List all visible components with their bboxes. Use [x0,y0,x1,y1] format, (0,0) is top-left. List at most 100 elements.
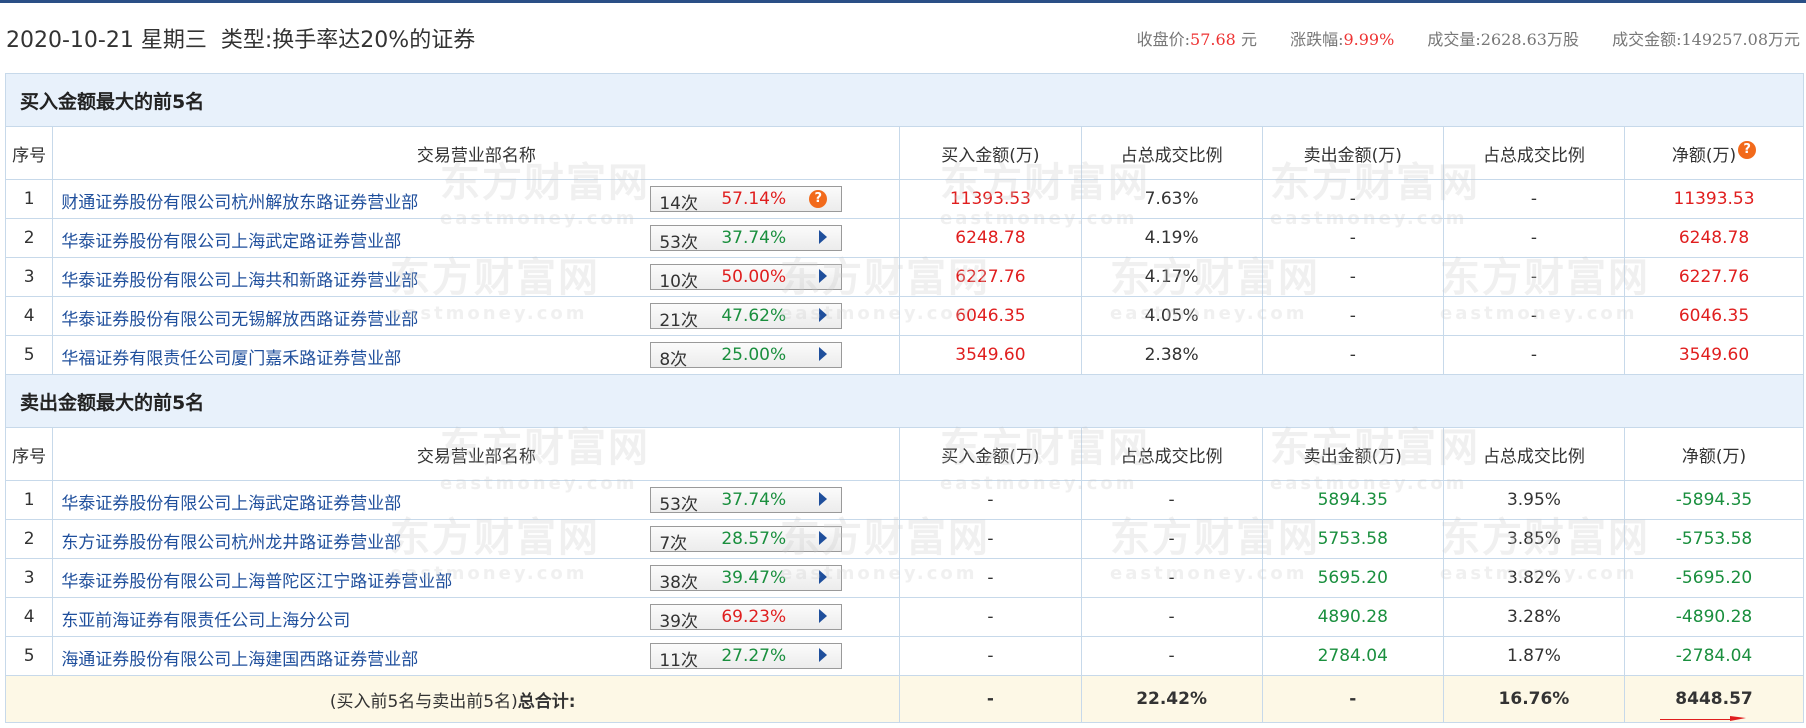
net-amount: -4890.28 [1624,597,1804,637]
sell-amount: - [1261,179,1444,219]
red-arrow-icon [1660,716,1746,721]
win-rate: 50.00% [721,267,787,287]
history-badge[interactable]: 11次 27.27% [650,643,843,671]
broker-link[interactable]: 财通证券股份有限公司杭州解放东路证券营业部 [61,188,418,213]
times-count: 14次 [659,194,698,214]
sell-section-title: 卖出金额最大的前5名 [5,374,1804,428]
turnover-value: 149257.08万元 [1681,30,1800,49]
volume-value: 2628.63万股 [1480,30,1579,49]
win-rate: 37.74% [721,490,787,510]
history-badge[interactable]: 8次 25.00% [650,342,843,370]
change-value: 9.99% [1343,30,1395,49]
col-buy-amount: 买入金额(万) [899,126,1082,180]
expand-arrow-icon[interactable] [819,531,828,545]
expand-arrow-icon[interactable] [819,648,828,662]
buy-pct: - [1080,597,1263,637]
history-badge[interactable]: 14次 57.14%? [650,186,843,214]
sell-amount: 4890.28 [1261,597,1444,637]
win-rate: 37.74% [721,228,787,248]
broker-link[interactable]: 华福证券有限责任公司厦门嘉禾路证券营业部 [61,344,401,369]
buy-section-title: 买入金额最大的前5名 [5,73,1804,127]
buy-amount: 3549.60 [899,335,1082,375]
expand-arrow-icon[interactable] [819,269,828,283]
volume-label: 成交量: [1427,30,1481,49]
total-sell: - [1261,675,1444,723]
total-row: (买入前5名与卖出前5名)总合计: - 22.42% - 16.76% 8448… [4,675,1804,723]
col-net: 净额(万) [1624,427,1804,481]
net-amount: -2784.04 [1624,636,1804,676]
expand-arrow-icon[interactable] [819,230,828,244]
dragon-tiger-table: 买入金额最大的前5名 序号 交易营业部名称 买入金额(万) 占总成交比例 卖出金… [4,73,1804,723]
buy-amount: 11393.53 [899,179,1082,219]
times-count: 10次 [659,272,698,292]
total-buy: - [899,675,1082,723]
sell-row: 3 华泰证券股份有限公司上海普陀区江宁路证券营业部 38次 39.47% - -5695.… [4,558,1804,598]
broker-link[interactable]: 华泰证券股份有限公司上海普陀区江宁路证券营业部 [61,567,452,592]
row-no: 2 [4,218,54,258]
buy-row: 2 华泰证券股份有限公司上海武定路证券营业部 53次 37.74% 6248.78 4.1… [4,218,1804,258]
broker-cell: 华泰证券股份有限公司上海共和新路证券营业部 10次 50.00% [52,257,901,297]
type-value: 换手率达20%的证券 [272,28,476,53]
broker-link[interactable]: 华泰证券股份有限公司上海武定路证券营业部 [61,489,401,514]
page-header: 2020-10-21 星期三 类型:换手率达20%的证券 收盘价:57.68 元… [0,6,1806,66]
total-sell-pct: 16.76% [1442,675,1626,723]
net-amount: 6046.35 [1624,296,1804,336]
times-count: 21次 [659,311,698,331]
sell-amount: 5894.35 [1261,480,1444,520]
broker-cell: 华泰证券股份有限公司上海武定路证券营业部 53次 37.74% [52,218,901,258]
broker-cell: 华泰证券股份有限公司上海普陀区江宁路证券营业部 38次 39.47% [52,558,901,598]
row-no: 2 [4,519,54,559]
expand-arrow-icon[interactable] [819,347,828,361]
history-badge[interactable]: 53次 37.74% [650,225,843,253]
expand-arrow-icon[interactable] [819,570,828,584]
history-badge[interactable]: 38次 39.47% [650,565,843,593]
question-icon[interactable]: ? [809,190,828,208]
sell-pct: 3.28% [1442,597,1626,637]
type-label: 类型: [220,28,273,53]
history-badge[interactable]: 7次 28.57% [650,526,843,554]
buy-pct: 2.38% [1080,335,1263,375]
expand-arrow-icon[interactable] [819,492,828,506]
broker-link[interactable]: 东亚前海证券有限责任公司上海分公司 [61,606,350,631]
net-amount: 3549.60 [1624,335,1804,375]
buy-header-row: 序号 交易营业部名称 买入金额(万) 占总成交比例 卖出金额(万) 占总成交比例… [4,126,1804,180]
help-icon[interactable]: ? [1738,140,1757,159]
buy-amount: - [899,597,1082,637]
history-badge[interactable]: 21次 47.62% [650,303,843,331]
total-label-prefix: (买入前5名与卖出前5名) [329,691,518,712]
broker-link[interactable]: 东方证券股份有限公司杭州龙井路证券营业部 [61,528,401,553]
total-label: (买入前5名与卖出前5名)总合计: [4,675,901,723]
col-sell-pct: 占总成交比例 [1442,126,1626,180]
row-no: 3 [4,558,54,598]
buy-pct: - [1080,519,1263,559]
history-badge[interactable]: 39次 69.23% [650,604,843,632]
expand-arrow-icon[interactable] [819,308,828,322]
sell-amount: - [1261,335,1444,375]
broker-cell: 华福证券有限责任公司厦门嘉禾路证券营业部 8次 25.00% [52,335,901,375]
win-rate: 47.62% [721,306,787,326]
buy-amount: 6046.35 [899,296,1082,336]
page-title: 2020-10-21 星期三 类型:换手率达20%的证券 [6,22,475,54]
row-no: 1 [4,480,54,520]
close-value: 57.68 [1190,30,1236,49]
total-label-bold: 总合计: [517,691,576,712]
history-badge[interactable]: 10次 50.00% [650,264,843,292]
net-amount: 11393.53 [1624,179,1804,219]
broker-link[interactable]: 华泰证券股份有限公司上海武定路证券营业部 [61,227,401,252]
history-badge[interactable]: 53次 37.74% [650,487,843,515]
net-amount: 6227.76 [1624,257,1804,297]
col-buy-pct: 占总成交比例 [1080,427,1263,481]
sell-pct: 1.87% [1442,636,1626,676]
sell-pct: 3.82% [1442,558,1626,598]
row-no: 4 [4,597,54,637]
sell-amount: - [1261,257,1444,297]
buy-row: 5 华福证券有限责任公司厦门嘉禾路证券营业部 8次 25.00% 3549.60 2.38… [4,335,1804,375]
sell-pct: 3.85% [1442,519,1626,559]
broker-link[interactable]: 华泰证券股份有限公司上海共和新路证券营业部 [61,266,418,291]
broker-link[interactable]: 海通证券股份有限公司上海建国西路证券营业部 [61,645,418,670]
broker-link[interactable]: 华泰证券股份有限公司无锡解放西路证券营业部 [61,305,418,330]
win-rate: 25.00% [721,345,787,365]
buy-amount: - [899,558,1082,598]
turnover-label: 成交金额: [1612,30,1682,49]
expand-arrow-icon[interactable] [819,609,828,623]
